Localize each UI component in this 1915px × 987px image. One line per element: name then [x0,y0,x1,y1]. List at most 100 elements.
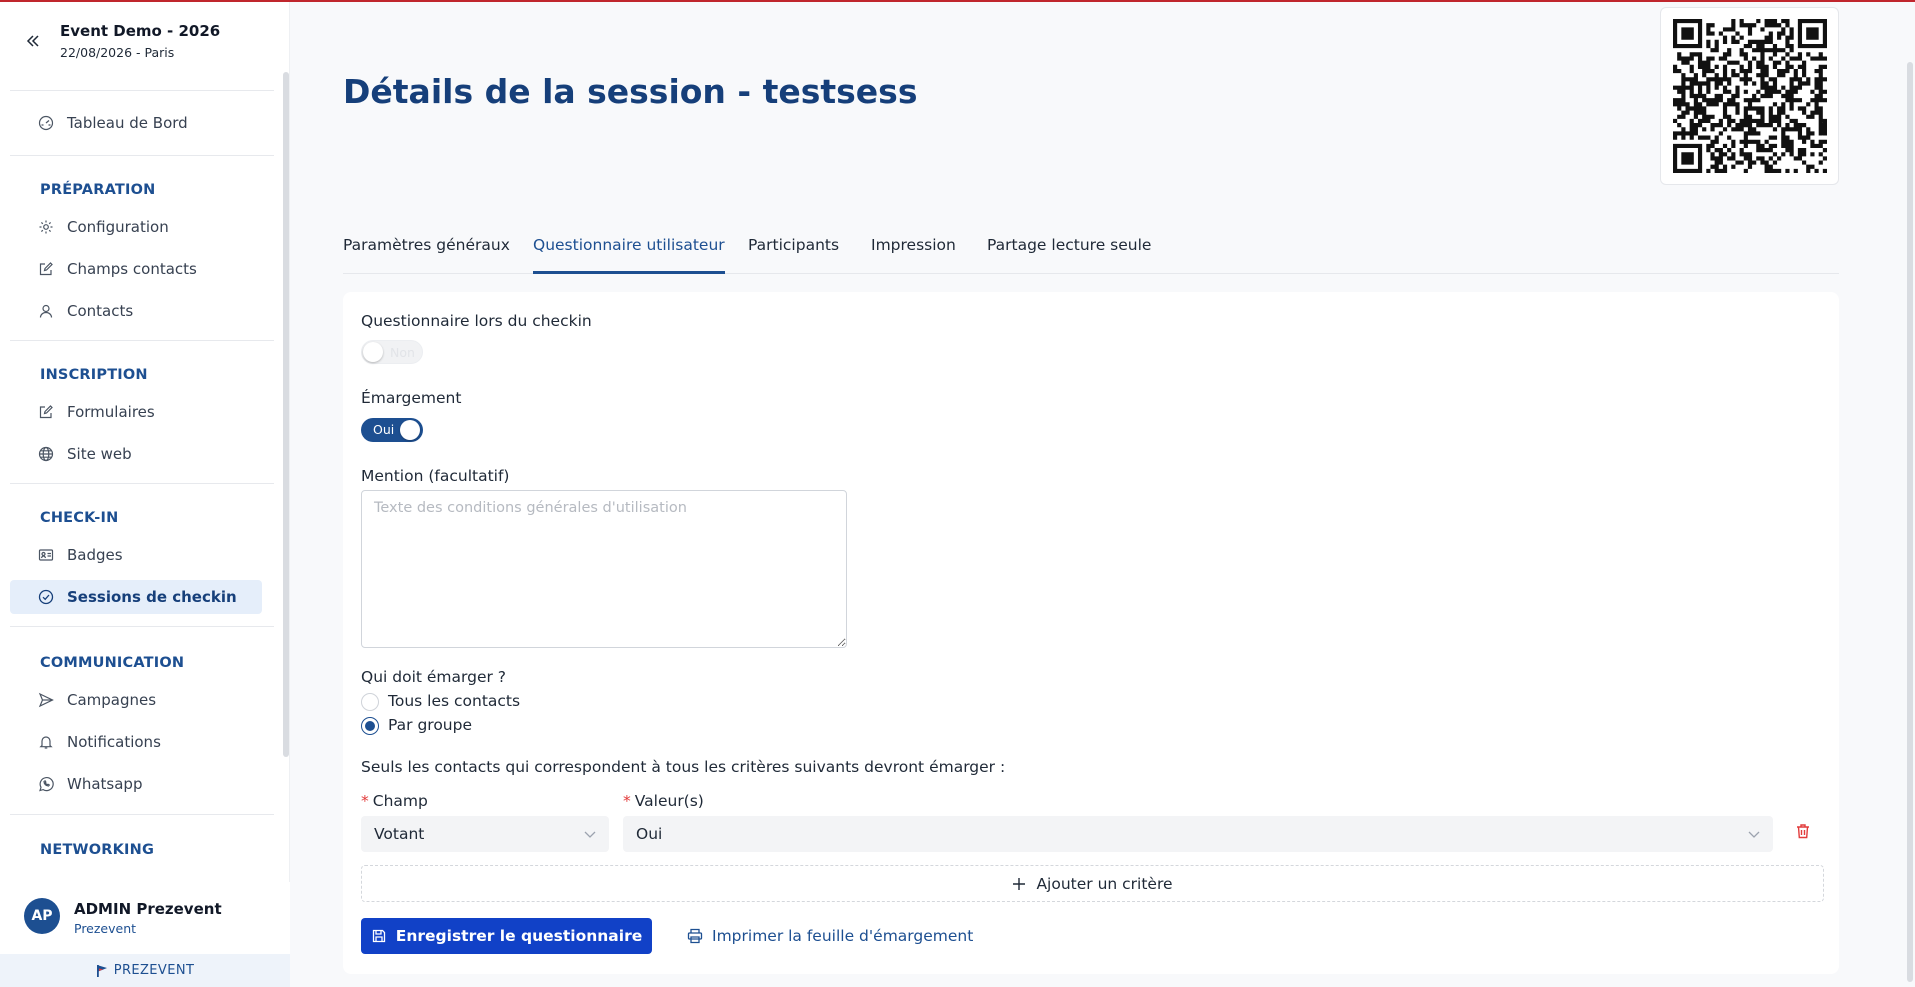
event-header: Event Demo - 2026 22/08/2026 - Paris [0,2,275,90]
section-inscription: INSCRIPTION [40,367,148,383]
sidebar-item-whatsapp[interactable]: Whatsapp [10,767,262,801]
sidebar-item-badges[interactable]: Badges [10,538,262,572]
radio-all-contacts-label[interactable]: Tous les contacts [388,692,520,710]
mention-textarea[interactable] [361,490,847,648]
print-sheet-button[interactable]: Imprimer la feuille d'émargement [687,918,973,954]
avatar: AP [24,898,60,934]
id-card-icon [38,549,54,561]
sidebar-item-label: Formulaires [67,403,155,421]
sidebar-item-label: Tableau de Bord [67,114,188,132]
sidebar-item-notifications[interactable]: Notifications [10,725,262,759]
field-label: * Champ [361,792,428,810]
radio-by-group[interactable] [361,717,379,735]
sidebar-item-configuration[interactable]: Configuration [10,210,262,244]
tab-partage[interactable]: Partage lecture seule [987,236,1151,274]
event-title: Event Demo - 2026 [60,22,221,40]
trash-icon[interactable] [1794,822,1812,840]
toggle-text: Non [390,345,415,360]
save-questionnaire-label: Enregistrer le questionnaire [395,927,643,945]
brand-name: PREZEVENT [113,963,195,978]
sidebar-divider [10,340,274,341]
user-organization: Prezevent [74,921,137,936]
save-icon [372,929,385,943]
save-questionnaire-button[interactable]: Enregistrer le questionnaire [361,918,652,954]
section-checkin: CHECK-IN [40,510,119,526]
radio-by-group-label[interactable]: Par groupe [388,716,472,734]
checkin-questionnaire-label: Questionnaire lors du checkin [361,312,592,330]
checkin-questionnaire-toggle[interactable]: Non [361,340,423,364]
sidebar-item-label: Site web [67,445,132,463]
tab-bar: Paramètres généraux Questionnaire utilis… [343,230,1839,274]
field-select-value: Votant [374,825,425,843]
radio-all-contacts[interactable] [361,693,379,711]
sidebar-item-dashboard[interactable]: Tableau de Bord [10,106,262,140]
event-date-location: 22/08/2026 - Paris [60,45,175,60]
sidebar-item-label: Configuration [67,218,169,236]
emargement-label: Émargement [361,389,462,407]
sidebar-item-champs-contacts[interactable]: Champs contacts [10,252,262,286]
tab-participants[interactable]: Participants [748,236,839,274]
user-profile[interactable]: AP ADMIN Prezevent Prezevent [0,882,290,954]
sidebar-divider [10,626,274,627]
check-circle-icon [38,589,54,605]
chevron-down-icon [584,831,596,838]
page-scrollbar[interactable] [1907,62,1913,982]
tab-questionnaire[interactable]: Questionnaire utilisateur [533,236,725,274]
double-chevron-left-icon [26,35,39,47]
sidebar-item-formulaires[interactable]: Formulaires [10,395,262,429]
print-sheet-label: Imprimer la feuille d'émargement [712,927,974,945]
whatsapp-icon [39,777,54,792]
sidebar-divider [10,814,274,815]
questionnaire-card: Questionnaire lors du checkin Non Émarge… [343,292,1839,974]
edit-icon [39,405,53,419]
criteria-intro: Seuls les contacts qui correspondent à t… [361,758,1006,776]
qr-code-icon [1672,19,1827,173]
values-label: * Valeur(s) [623,792,704,810]
globe-icon [38,446,54,462]
field-label-text: Champ [372,792,428,810]
edit-icon [39,262,53,276]
sidebar-scrollbar[interactable] [283,72,289,757]
sidebar-item-label: Champs contacts [67,260,197,278]
printer-icon [687,928,703,944]
sidebar-item-campagnes[interactable]: Campagnes [10,683,262,717]
qr-code [1660,7,1839,185]
page-title: Détails de la session - testsess [343,72,918,111]
gear-icon [39,220,53,234]
send-icon [38,692,54,708]
sidebar-item-sessions-checkin[interactable]: Sessions de checkin [10,580,262,614]
gauge-icon [38,115,54,131]
sidebar-item-site-web[interactable]: Site web [10,437,262,471]
section-preparation: PRÉPARATION [40,182,156,198]
chevron-down-icon [1748,831,1760,838]
emargement-toggle[interactable]: Oui [361,418,423,442]
sidebar-item-label: Contacts [67,302,134,320]
field-select[interactable]: Votant [361,816,609,852]
user-name: ADMIN Prezevent [74,900,222,918]
sidebar-divider [10,90,274,91]
user-icon [39,304,53,318]
section-communication: COMMUNICATION [40,655,185,671]
brand-footer: PREZEVENT [0,954,290,987]
sidebar-item-label: Campagnes [67,691,157,709]
mention-label: Mention (facultatif) [361,467,510,485]
required-marker: * [623,792,631,810]
values-select-value: Oui [636,825,663,843]
plus-icon [1013,877,1026,890]
toggle-knob [363,342,383,362]
prezevent-logo-icon [96,964,107,977]
collapse-sidebar-button[interactable] [22,30,44,52]
bell-icon [39,736,53,749]
sidebar-item-contacts[interactable]: Contacts [10,294,262,328]
tab-general[interactable]: Paramètres généraux [343,236,510,274]
sidebar-divider [10,155,274,156]
values-label-text: Valeur(s) [634,792,704,810]
toggle-knob [400,420,420,440]
add-criterion-button[interactable]: Ajouter un critère [361,865,1824,902]
sidebar: Event Demo - 2026 22/08/2026 - Paris Tab… [0,2,290,987]
values-select[interactable]: Oui [623,816,1773,852]
tab-impression[interactable]: Impression [871,236,956,274]
toggle-text: Oui [373,422,395,437]
add-criterion-label: Ajouter un critère [1036,874,1173,893]
sidebar-item-label: Badges [67,546,123,564]
